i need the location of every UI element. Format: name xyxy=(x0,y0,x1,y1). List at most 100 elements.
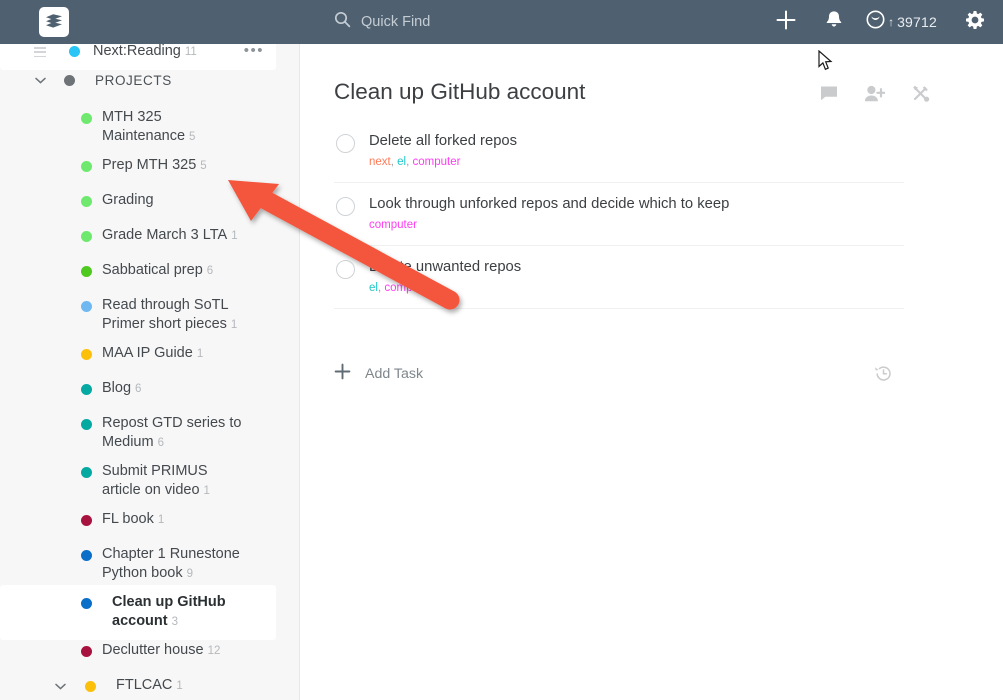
checkbox-circle-icon[interactable] xyxy=(336,134,355,153)
sidebar-item-prep-mth-325[interactable]: Prep MTH 325 5 xyxy=(81,156,281,176)
task-label[interactable]: el xyxy=(397,156,406,168)
checkbox-circle-icon[interactable] xyxy=(336,197,355,216)
sidebar-item-mth-325-maintenance[interactable]: MTH 325 Maintenance 5 xyxy=(81,108,281,147)
search-icon xyxy=(334,11,351,33)
sidebar-item-label: Repost GTD series to Medium 6 xyxy=(102,415,242,450)
checkbox-circle-icon[interactable] xyxy=(336,260,355,279)
gear-icon xyxy=(965,10,985,35)
sidebar-item-label: Chapter 1 Runestone Python book 9 xyxy=(102,546,240,581)
settings-button[interactable] xyxy=(947,0,1003,44)
task-labels: next, el, computer xyxy=(369,156,461,168)
project-color-dot xyxy=(85,681,96,692)
sidebar-item-repost-gtd-series[interactable]: Repost GTD series to Medium 6 xyxy=(81,414,281,453)
tools-icon[interactable] xyxy=(911,84,930,108)
project-color-dot xyxy=(81,196,92,207)
sidebar-item-label: Grade March 3 LTA 1 xyxy=(102,227,238,243)
sidebar-item-declutter-house[interactable]: Declutter house 12 xyxy=(81,641,281,661)
karma-owl-icon xyxy=(866,10,885,34)
project-color-dot xyxy=(81,161,92,172)
add-item-button[interactable] xyxy=(762,0,810,44)
top-bar-actions: ↑ 39712 xyxy=(762,0,1003,44)
bell-icon xyxy=(825,10,843,34)
main-content: Clean up GitHub account Delete all forke… xyxy=(300,44,1003,700)
sidebar-item-submit-primus-article[interactable]: Submit PRIMUS article on video 1 xyxy=(81,462,281,501)
section-color-dot xyxy=(64,74,75,86)
task-row[interactable]: Delete unwanted repos el, computer xyxy=(334,246,904,309)
section-label: PROJECTS xyxy=(95,72,172,88)
project-color-dot xyxy=(81,113,92,124)
app-window: Quick Find ↑ 39712 Next:Reading 11 ••• P… xyxy=(0,0,1003,700)
project-color-dot xyxy=(81,384,92,395)
sidebar-item-label: FL book 1 xyxy=(102,511,165,527)
sidebar-item-grading[interactable]: Grading xyxy=(81,191,281,211)
sidebar-item-label: Next:Reading 11 xyxy=(93,44,197,59)
sidebar-item-label: MAA IP Guide 1 xyxy=(102,345,204,361)
sidebar-item-clean-up-github-account[interactable]: Clean up GitHub account 3 xyxy=(0,585,276,640)
task-label[interactable]: computer xyxy=(413,156,461,168)
project-color-dot xyxy=(69,46,80,57)
task-labels: computer xyxy=(369,218,904,232)
chevron-down-icon[interactable] xyxy=(32,72,48,88)
sidebar-item-label: FTLCAC 1 xyxy=(116,677,183,693)
project-color-dot xyxy=(81,419,92,430)
task-title[interactable]: Delete unwanted repos xyxy=(369,258,904,276)
sidebar-item-label: Submit PRIMUS article on video 1 xyxy=(102,463,210,498)
karma-indicator[interactable]: ↑ 39712 xyxy=(858,0,947,44)
task-title[interactable]: Delete all forked repos xyxy=(369,132,904,150)
sidebar-item-label: Declutter house 12 xyxy=(102,642,221,658)
sidebar-item-ftlcac[interactable]: FTLCAC 1 xyxy=(0,676,276,696)
task-label[interactable]: el xyxy=(369,282,378,294)
project-color-dot xyxy=(81,467,92,478)
sidebar-item-label: Prep MTH 325 5 xyxy=(102,157,207,173)
todoist-logo-icon[interactable] xyxy=(39,7,69,37)
project-color-dot xyxy=(81,349,92,360)
task-row[interactable]: Delete all forked repos next, el, comput… xyxy=(334,120,904,183)
sidebar-item-label: Grading xyxy=(102,192,154,208)
add-person-icon[interactable] xyxy=(864,85,886,107)
task-row[interactable]: Look through unforked repos and decide w… xyxy=(334,183,904,246)
chevron-down-icon[interactable] xyxy=(52,678,68,694)
sidebar-item-label: MTH 325 Maintenance 5 xyxy=(102,109,196,144)
task-label[interactable]: computer xyxy=(384,282,432,294)
sidebar-item-label: Sabbatical prep 6 xyxy=(102,262,214,278)
task-labels: el, computer xyxy=(369,282,433,294)
add-task-button[interactable]: Add Task xyxy=(334,363,423,385)
project-color-dot xyxy=(81,550,92,561)
task-label[interactable]: computer xyxy=(369,219,417,231)
plus-icon xyxy=(775,9,797,36)
project-color-dot xyxy=(81,301,92,312)
page-title: Clean up GitHub account xyxy=(334,79,586,104)
add-task-label: Add Task xyxy=(365,366,424,382)
sidebar-section-projects[interactable]: PROJECTS xyxy=(0,72,276,88)
sidebar-item-read-through-sotl-primer[interactable]: Read through SoTL Primer short pieces 1 xyxy=(81,296,281,335)
sidebar-item-blog[interactable]: Blog 6 xyxy=(81,379,281,399)
project-color-dot xyxy=(81,598,92,609)
task-title[interactable]: Look through unforked repos and decide w… xyxy=(369,195,904,213)
sidebar-item-sabbatical-prep[interactable]: Sabbatical prep 6 xyxy=(81,261,281,281)
sidebar-item-grade-march-3-lta[interactable]: Grade March 3 LTA 1 xyxy=(81,226,281,246)
plus-icon xyxy=(334,363,351,385)
sidebar-item-label: Read through SoTL Primer short pieces 1 xyxy=(102,297,238,332)
top-bar: Quick Find ↑ 39712 xyxy=(0,0,1003,44)
notifications-button[interactable] xyxy=(810,0,858,44)
history-clock-icon[interactable] xyxy=(874,364,893,388)
quick-find-search[interactable]: Quick Find xyxy=(334,0,430,44)
project-color-dot xyxy=(81,515,92,526)
sidebar-item-label: Clean up GitHub account 3 xyxy=(112,594,226,629)
sidebar-item-maa-ip-guide[interactable]: MAA IP Guide 1 xyxy=(81,344,281,364)
task-list: Delete all forked repos next, el, comput… xyxy=(334,120,904,309)
project-color-dot xyxy=(81,646,92,657)
sidebar-item-fl-book[interactable]: FL book 1 xyxy=(81,510,281,530)
sidebar-item-next-reading[interactable]: Next:Reading 11 ••• xyxy=(0,44,276,70)
drag-handle-icon[interactable] xyxy=(34,47,46,57)
ellipsis-icon[interactable]: ••• xyxy=(244,44,264,58)
project-color-dot xyxy=(81,231,92,242)
comment-icon[interactable] xyxy=(820,85,838,107)
project-color-dot xyxy=(81,266,92,277)
sidebar-item-chapter-1-runestone[interactable]: Chapter 1 Runestone Python book 9 xyxy=(81,545,281,584)
project-actions xyxy=(820,84,930,108)
karma-trend-arrow: ↑ xyxy=(888,15,895,29)
task-label[interactable]: next xyxy=(369,156,391,168)
sidebar-item-label: Blog 6 xyxy=(102,380,142,396)
karma-points: 39712 xyxy=(897,14,937,30)
